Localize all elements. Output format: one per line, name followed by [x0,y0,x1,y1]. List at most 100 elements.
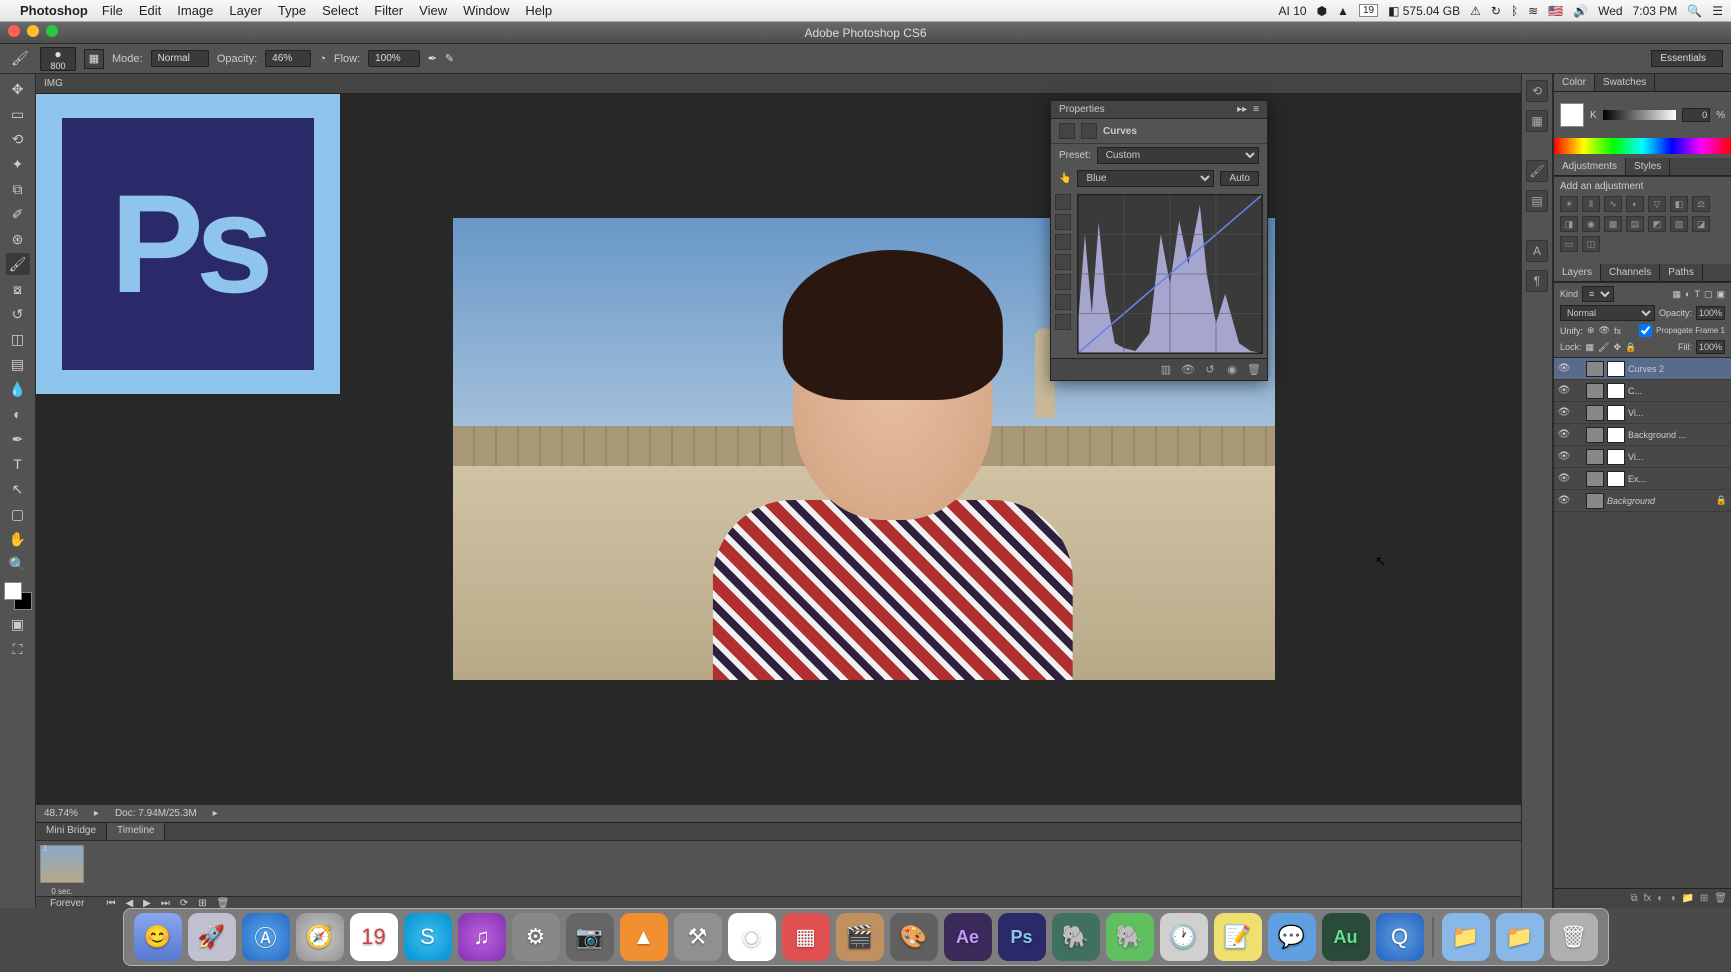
dock-evernote[interactable]: 🐘 [1106,913,1154,961]
k-value-field[interactable] [1682,108,1710,122]
adj-curves-icon[interactable]: ∿ [1604,196,1622,212]
menu-layer[interactable]: Layer [229,3,262,18]
menu-select[interactable]: Select [322,3,358,18]
frame-duration[interactable]: 0 sec. [51,887,72,896]
dock-app4[interactable]: 🎨 [890,913,938,961]
layer-row[interactable]: 👁Ex... [1554,468,1731,490]
spotlight-icon[interactable]: 🔍 [1687,4,1702,18]
menu-view[interactable]: View [419,3,447,18]
layer-name[interactable]: Background ... [1628,430,1727,440]
loop-dropdown[interactable]: Forever [44,897,96,910]
dock-calendar[interactable]: 19 [350,913,398,961]
unify-visibility-icon[interactable]: 👁 [1599,325,1610,336]
tab-mini-bridge[interactable]: Mini Bridge [36,823,107,840]
adj-levels-icon[interactable]: ⫴ [1582,196,1600,212]
layer-mask-thumb[interactable] [1607,449,1625,465]
delete-layer-icon[interactable]: 🗑 [1714,893,1727,904]
layer-name[interactable]: C... [1628,386,1727,396]
layer-mask-thumb[interactable] [1607,427,1625,443]
unify-style-icon[interactable]: fx [1614,326,1621,336]
new-adj-layer-icon[interactable]: ◑ [1669,893,1675,904]
wifi-icon[interactable]: ≋ [1528,4,1538,18]
color-swatch[interactable] [1560,103,1584,127]
filter-type-icon[interactable]: T [1694,289,1700,299]
channel-picker-icon[interactable]: 👆 [1059,173,1071,184]
filter-adj-icon[interactable]: ◐ [1685,289,1690,299]
curves-tab-icon[interactable] [1059,123,1075,139]
menu-help[interactable]: Help [525,3,552,18]
channel-dropdown[interactable]: Blue [1077,170,1214,187]
dock-launchpad[interactable]: 🚀 [188,913,236,961]
eraser-tool[interactable]: ◫ [6,328,30,350]
layer-name[interactable]: Ex... [1628,474,1727,484]
calendar-menu-icon[interactable]: 19 [1359,4,1378,17]
adj-channel-mixer-icon[interactable]: ▦ [1604,216,1622,232]
gradient-tool[interactable]: ▤ [6,353,30,375]
layer-name[interactable]: Vi... [1628,452,1727,462]
view-previous-icon[interactable]: 👁 [1181,363,1195,377]
auto-button[interactable]: Auto [1220,171,1259,186]
actions-panel-icon[interactable]: ▦ [1526,110,1548,132]
dodge-tool[interactable]: ◐ [6,403,30,425]
tab-channels[interactable]: Channels [1601,264,1660,281]
dock-clock[interactable]: 🕐 [1160,913,1208,961]
notification-icon[interactable]: ▲ [1337,4,1349,18]
dock-vlc[interactable]: ▲ [620,913,668,961]
dock-appstore[interactable]: Ⓐ [242,913,290,961]
dock-audition[interactable]: Au [1322,913,1370,961]
layer-visibility-icon[interactable]: 👁 [1558,429,1570,441]
delete-adj-icon[interactable]: 🗑 [1247,363,1261,377]
dock-safari[interactable]: 🧭 [296,913,344,961]
menu-image[interactable]: Image [177,3,213,18]
brush-tool-icon[interactable]: 🖌 [8,48,32,70]
window-minimize-button[interactable] [27,25,39,37]
quick-select-tool[interactable]: ✦ [6,153,30,175]
toggle-visibility-icon[interactable]: ◉ [1225,363,1239,377]
dock-photoshop[interactable]: Ps [998,913,1046,961]
layer-thumb[interactable] [1586,449,1604,465]
layer-mask-icon[interactable]: ◐ [1657,893,1663,904]
hand-tool[interactable]: ✋ [6,528,30,550]
mask-tab-icon[interactable] [1081,123,1097,139]
tab-adjustments[interactable]: Adjustments [1554,158,1626,175]
foreground-color[interactable] [4,582,22,600]
tab-layers[interactable]: Layers [1554,264,1601,281]
menu-window[interactable]: Window [463,3,509,18]
brush-panel-icon[interactable]: 🖌 [1526,160,1548,182]
adj-invert-icon[interactable]: ◩ [1648,216,1666,232]
layer-visibility-icon[interactable]: 👁 [1558,407,1570,419]
black-point-icon[interactable] [1055,254,1071,270]
canvas-viewport[interactable]: Ps [36,94,1521,804]
clock-day[interactable]: Wed [1598,4,1622,18]
screen-mode-icon[interactable]: ⛶ [6,638,30,660]
healing-tool[interactable]: ⊛ [6,228,30,250]
layer-visibility-icon[interactable]: 👁 [1558,363,1570,375]
lasso-tool[interactable]: ⟲ [6,128,30,150]
dock-chrome[interactable]: ◉ [728,913,776,961]
input-source-icon[interactable]: 🇺🇸 [1548,4,1563,18]
move-tool[interactable]: ✥ [6,78,30,100]
menu-type[interactable]: Type [278,3,306,18]
dock-folder2[interactable]: 📁 [1496,913,1544,961]
layer-thumb[interactable] [1586,361,1604,377]
adj-colorbalance-icon[interactable]: ⚖ [1692,196,1710,212]
layer-row[interactable]: 👁Vi... [1554,402,1731,424]
dock-folder1[interactable]: 📁 [1442,913,1490,961]
brush-presets-icon[interactable]: ▤ [1526,190,1548,212]
warning-icon[interactable]: ⚠ [1470,4,1481,18]
adj-threshold-icon[interactable]: ◪ [1692,216,1710,232]
dock-quicktime[interactable]: Q [1376,913,1424,961]
layer-thumb[interactable] [1586,427,1604,443]
animation-frame[interactable]: 1 [40,845,84,883]
app-menu[interactable]: Photoshop [20,3,88,18]
preset-dropdown[interactable]: Custom [1097,147,1259,164]
bluetooth-icon[interactable]: ᛒ [1511,4,1518,18]
brush-tool[interactable]: 🖌 [6,253,30,275]
menu-edit[interactable]: Edit [139,3,161,18]
adj-photo-filter-icon[interactable]: ◉ [1582,216,1600,232]
new-layer-icon[interactable]: ⊞ [1700,893,1708,904]
shape-tool[interactable]: ▢ [6,503,30,525]
tablet-pressure-icon[interactable]: ✎ [445,52,454,65]
window-close-button[interactable] [8,25,20,37]
dock-app1[interactable]: ⚒ [674,913,722,961]
